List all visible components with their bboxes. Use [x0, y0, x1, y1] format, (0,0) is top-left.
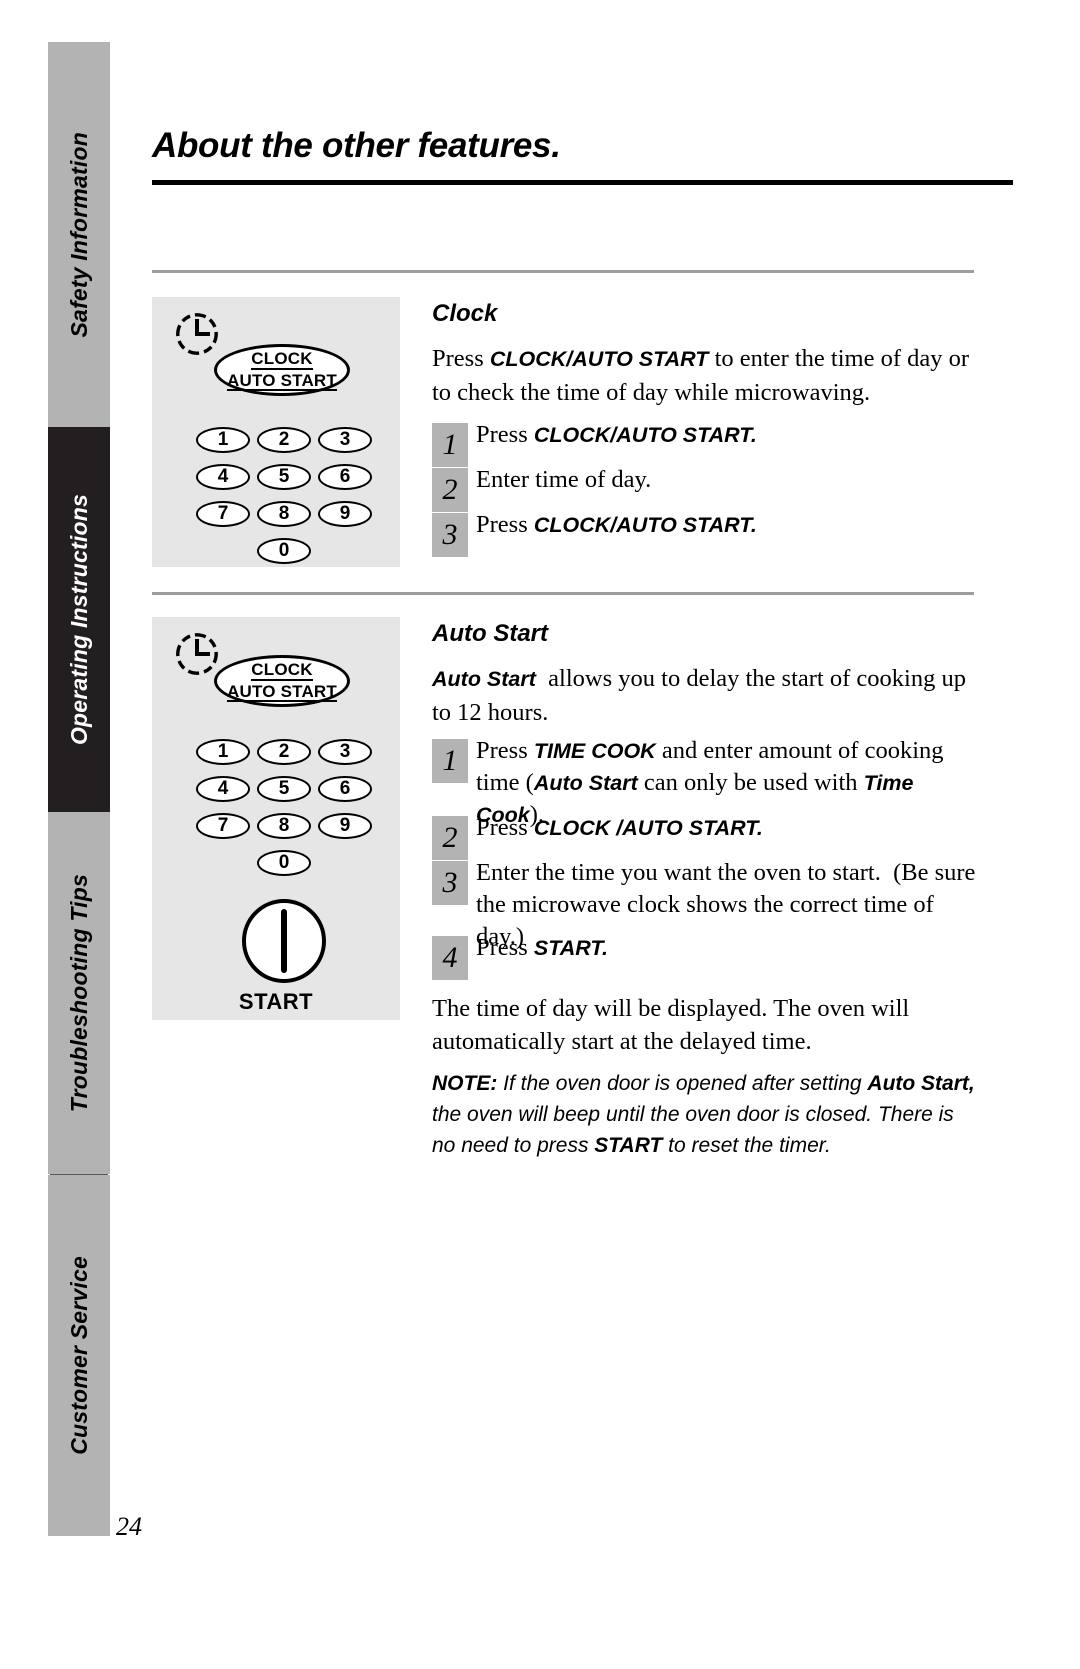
keypad-label: 2: [278, 429, 290, 450]
manual-page: Safety Information Operating Instruction…: [0, 0, 1080, 1669]
keypad-button-2[interactable]: 2: [257, 739, 311, 765]
keypad-button-4[interactable]: 4: [196, 464, 250, 490]
start-button-bar-icon: [281, 909, 287, 973]
auto-start-outro-paragraph: The time of day will be displayed. The o…: [432, 995, 910, 1055]
keypad-button-9[interactable]: 9: [318, 813, 372, 839]
sidebar-tab-label: Operating Instructions: [65, 493, 92, 746]
keypad-label: 9: [339, 815, 351, 836]
keypad-label: 9: [339, 503, 351, 524]
step-text: Press CLOCK/AUTO START.: [476, 421, 757, 448]
step-number: 2: [432, 468, 468, 512]
start-button-label: START: [238, 989, 314, 1014]
keypad-button-8[interactable]: 8: [257, 813, 311, 839]
clock-auto-start-button[interactable]: CLOCK AUTO START: [214, 655, 350, 707]
clock-auto-start-button[interactable]: CLOCK AUTO START: [214, 344, 350, 396]
step-number: 1: [432, 423, 468, 467]
section-heading-auto-start: Auto Start: [432, 620, 548, 647]
step-text: Press START.: [476, 934, 608, 961]
keypad-button-7[interactable]: 7: [196, 501, 250, 527]
sidebar-tab-label: Customer Service: [65, 1256, 92, 1455]
section-heading-clock: Clock: [432, 300, 498, 327]
step-number: 1: [432, 739, 468, 783]
start-button[interactable]: [242, 899, 326, 983]
clock-intro-paragraph: Press CLOCK/AUTO START to enter the time…: [432, 345, 970, 406]
step-text: Press CLOCK /AUTO START.: [476, 814, 763, 841]
keypad-label: 1: [217, 429, 229, 450]
keypad-button-1[interactable]: 1: [196, 427, 250, 453]
page-title: About the other features.: [152, 126, 561, 165]
clock-step-2: 2 Enter time of day.: [432, 464, 972, 512]
keypad-button-0[interactable]: 0: [257, 850, 311, 876]
clock-button-line2: AUTO START: [227, 681, 337, 702]
keypad-label: 6: [339, 466, 351, 487]
keypad-label: 2: [278, 741, 290, 762]
keypad-label: 4: [217, 778, 229, 799]
step-text: Enter time of day.: [476, 466, 652, 493]
keypad-button-6[interactable]: 6: [318, 464, 372, 490]
keypad-button-5[interactable]: 5: [257, 776, 311, 802]
keypad-button-9[interactable]: 9: [318, 501, 372, 527]
section-separator-top: [152, 270, 974, 273]
keypad-button-3[interactable]: 3: [318, 427, 372, 453]
auto-start-step-2: 2 Press CLOCK /AUTO START.: [432, 812, 980, 860]
keypad-button-7[interactable]: 7: [196, 813, 250, 839]
keypad-button-8[interactable]: 8: [257, 501, 311, 527]
sidebar-tab-operating-instructions[interactable]: Operating Instructions: [48, 427, 110, 812]
clock-button-line1: CLOCK: [251, 348, 313, 370]
step-number: 3: [432, 861, 468, 905]
keypad-label: 0: [278, 540, 290, 561]
keypad-button-5[interactable]: 5: [257, 464, 311, 490]
section-tab-rail: Safety Information Operating Instruction…: [48, 42, 110, 1536]
title-underline-rule: [152, 180, 1013, 185]
keypad-button-6[interactable]: 6: [318, 776, 372, 802]
sidebar-tab-label: Troubleshooting Tips: [65, 873, 92, 1113]
keypad-label: 1: [217, 741, 229, 762]
step-number: 3: [432, 513, 468, 557]
keypad-label: 5: [278, 466, 290, 487]
step-text: Press CLOCK/AUTO START.: [476, 511, 757, 538]
auto-start-intro-paragraph: Auto Start allows you to delay the start…: [432, 665, 966, 726]
keypad-label: 7: [217, 503, 229, 524]
auto-start-note-paragraph: NOTE: If the oven door is opened after s…: [432, 1072, 975, 1157]
clock-control-panel-illustration: CLOCK AUTO START 1 2 3 4 5 6 7 8 9 0: [152, 297, 400, 567]
sidebar-tab-troubleshooting-tips[interactable]: Troubleshooting Tips: [48, 812, 110, 1174]
sidebar-tab-label: Safety Information: [65, 131, 92, 338]
clock-icon: [174, 631, 220, 677]
auto-start-step-4: 4 Press START.: [432, 932, 980, 980]
keypad-label: 6: [339, 778, 351, 799]
keypad-button-4[interactable]: 4: [196, 776, 250, 802]
sidebar-tab-safety-information[interactable]: Safety Information: [48, 42, 110, 427]
keypad-label: 8: [278, 815, 290, 836]
clock-step-1: 1 Press CLOCK/AUTO START.: [432, 419, 972, 467]
keypad-label: 3: [339, 741, 351, 762]
keypad-button-1[interactable]: 1: [196, 739, 250, 765]
clock-step-3: 3 Press CLOCK/AUTO START.: [432, 509, 972, 557]
keypad-button-0[interactable]: 0: [257, 538, 311, 564]
page-number: 24: [116, 1512, 142, 1541]
keypad-label: 4: [217, 466, 229, 487]
keypad-button-2[interactable]: 2: [257, 427, 311, 453]
keypad-button-3[interactable]: 3: [318, 739, 372, 765]
clock-button-line2: AUTO START: [227, 370, 337, 391]
keypad-label: 5: [278, 778, 290, 799]
sidebar-tab-customer-service[interactable]: Customer Service: [48, 1175, 110, 1536]
clock-icon: [174, 311, 220, 357]
keypad-label: 7: [217, 815, 229, 836]
keypad-label: 3: [339, 429, 351, 450]
clock-button-line1: CLOCK: [251, 659, 313, 681]
step-number: 4: [432, 936, 468, 980]
auto-start-control-panel-illustration: CLOCK AUTO START 1 2 3 4 5 6 7 8 9 0 STA…: [152, 617, 400, 1020]
section-separator-middle: [152, 592, 974, 595]
keypad-label: 0: [278, 852, 290, 873]
keypad-label: 8: [278, 503, 290, 524]
step-number: 2: [432, 816, 468, 860]
